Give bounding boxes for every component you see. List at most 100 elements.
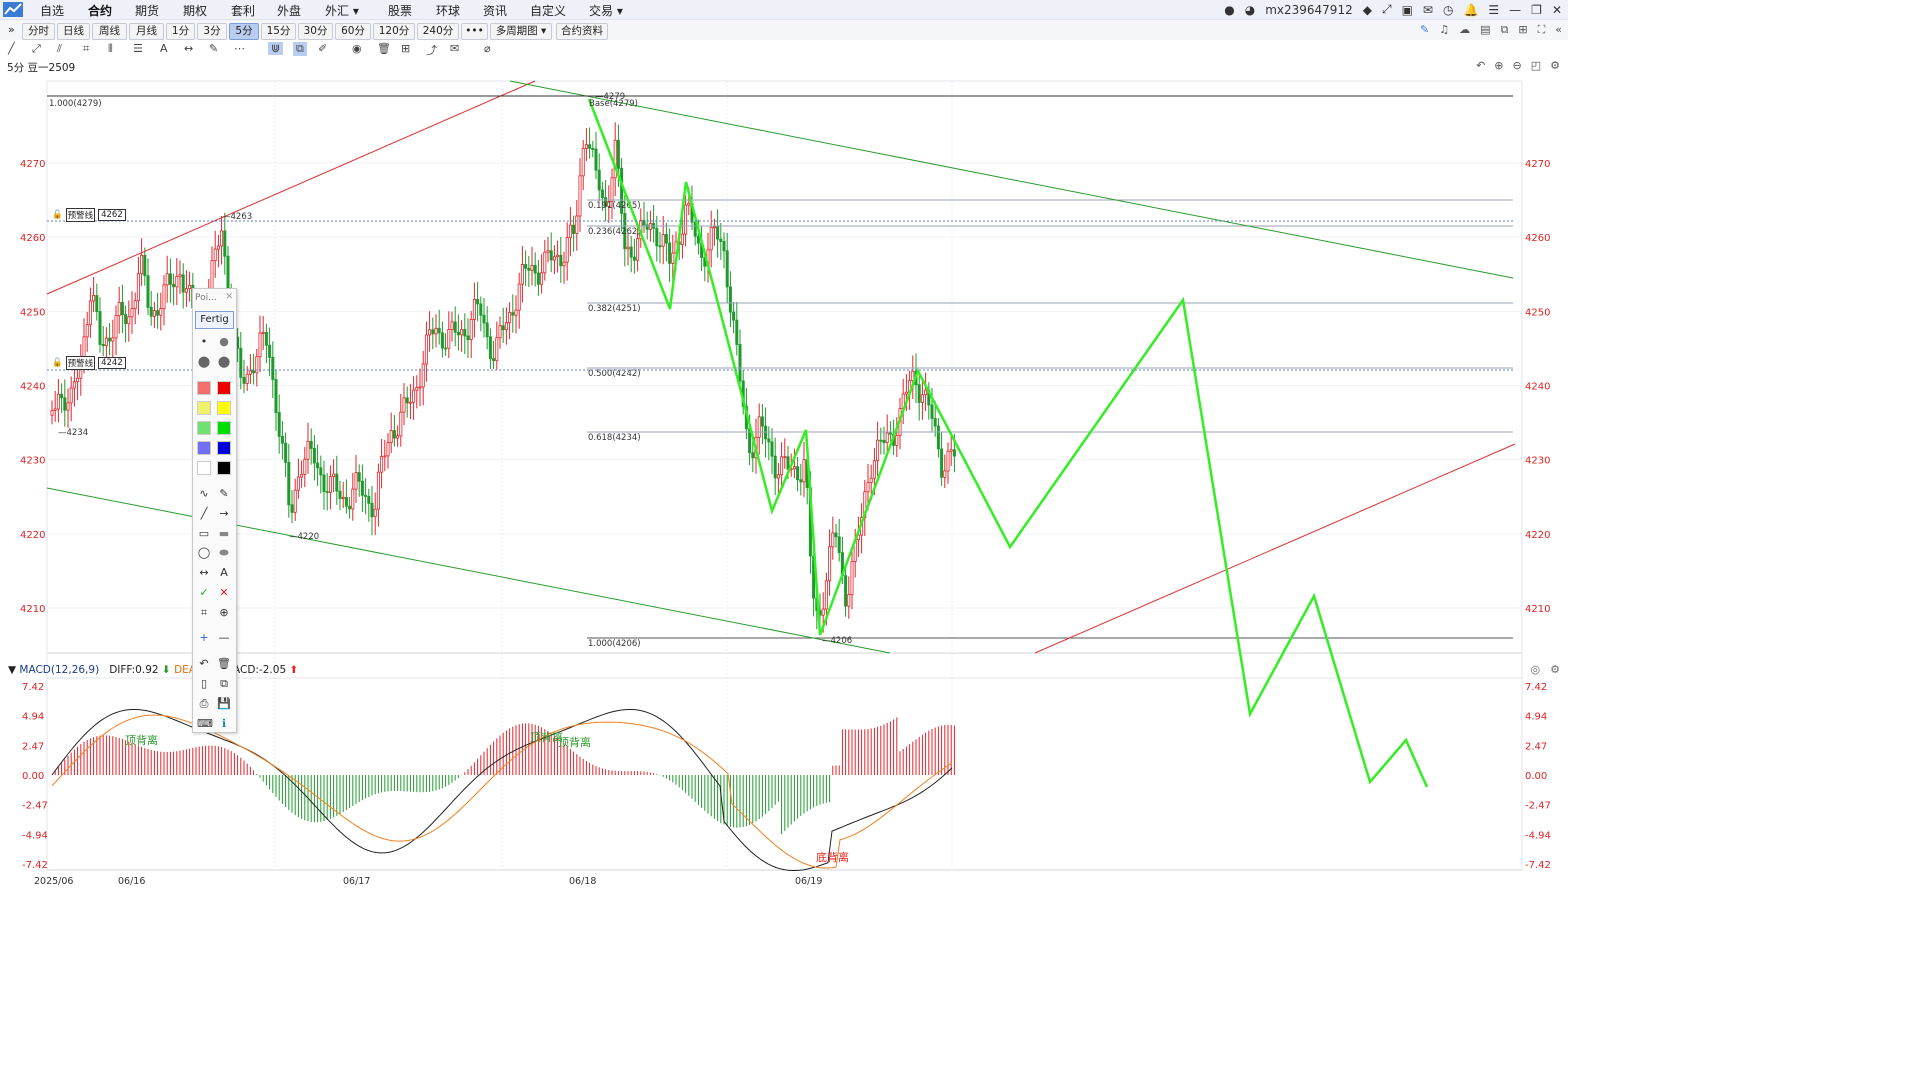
- collapse-icon[interactable]: »: [8, 23, 15, 36]
- menu-item-11[interactable]: 交易 ▾: [589, 2, 623, 19]
- menu-item-1[interactable]: 合约: [88, 2, 113, 22]
- zoom-icon[interactable]: ⊕: [217, 606, 231, 620]
- text-tool-icon[interactable]: A: [160, 42, 168, 55]
- export-icon[interactable]: ⤴: [426, 42, 437, 58]
- calendar-icon[interactable]: ▤: [1480, 23, 1490, 37]
- copy-icon[interactable]: ⧉: [217, 677, 231, 691]
- collapse-triangle-icon[interactable]: ▼: [8, 664, 16, 676]
- mail-icon[interactable]: ✉: [1423, 3, 1433, 17]
- line-icon[interactable]: ╱: [197, 507, 211, 521]
- color-black[interactable]: [217, 461, 231, 475]
- color-green[interactable]: [217, 421, 231, 435]
- palette-close-icon[interactable]: ✕: [225, 292, 233, 302]
- period-button-14[interactable]: 合约资料: [556, 23, 608, 40]
- zoom-out-icon[interactable]: ⊖: [1513, 59, 1522, 72]
- dot-small-icon[interactable]: •: [197, 335, 211, 349]
- minimize-icon[interactable]: —: [1509, 3, 1521, 17]
- color-red-light[interactable]: [197, 381, 211, 395]
- check-icon[interactable]: ✓: [197, 586, 211, 600]
- fullscreen-icon[interactable]: ⛶: [1538, 23, 1546, 37]
- clone-icon[interactable]: ⧉: [293, 42, 307, 56]
- period-button-1[interactable]: 日线: [57, 23, 90, 40]
- menu-item-7[interactable]: 股票: [388, 2, 412, 19]
- period-button-11[interactable]: 240分: [417, 23, 459, 40]
- color-red[interactable]: [217, 381, 231, 395]
- period-button-7[interactable]: 15分: [261, 23, 296, 40]
- ray-tool-icon[interactable]: ⤢: [32, 42, 41, 56]
- double-chevron-left-icon[interactable]: «: [1555, 23, 1562, 37]
- group-icon[interactable]: ⊞: [401, 42, 410, 55]
- print-icon[interactable]: ⎙: [197, 697, 211, 711]
- rectangle-icon[interactable]: ▭: [197, 527, 211, 541]
- minus-icon[interactable]: —: [217, 631, 231, 645]
- alert-tag-4262[interactable]: 🔓 预警线 4262: [52, 208, 126, 222]
- trash-icon[interactable]: 🗑: [377, 42, 391, 55]
- menu-item-5[interactable]: 外盘: [277, 2, 301, 19]
- period-button-4[interactable]: 1分: [166, 23, 195, 40]
- alarm-icon[interactable]: ♫: [1439, 23, 1449, 37]
- freehand-icon[interactable]: ∿: [197, 487, 211, 501]
- period-button-3[interactable]: 月线: [129, 23, 164, 40]
- undo-icon[interactable]: ↶: [197, 657, 211, 671]
- alert-tag-4242[interactable]: 🔓 预警线 4242: [52, 356, 126, 370]
- list-icon[interactable]: ☰: [1488, 3, 1499, 17]
- info-icon[interactable]: ℹ: [217, 717, 231, 731]
- eraser-icon[interactable]: ✐: [318, 42, 327, 55]
- period-button-5[interactable]: 3分: [197, 23, 227, 40]
- color-blue[interactable]: [217, 441, 231, 455]
- magnet-icon[interactable]: ⋓: [268, 42, 284, 55]
- save-icon[interactable]: 💾: [217, 697, 231, 711]
- clock-icon[interactable]: ◷: [1443, 3, 1453, 17]
- restore-icon[interactable]: ❐: [1531, 3, 1542, 17]
- period-button-6[interactable]: 5分: [229, 23, 259, 40]
- period-button-13[interactable]: 多周期图 ▾: [490, 23, 552, 40]
- filled-ellipse-icon[interactable]: ⬬: [217, 546, 231, 560]
- dot-large-icon[interactable]: ⬤: [197, 355, 211, 369]
- period-button-12[interactable]: •••: [461, 23, 488, 40]
- brush-tool-icon[interactable]: ✎: [209, 42, 218, 55]
- more-tool-icon[interactable]: ⋯: [234, 42, 245, 55]
- delete-icon[interactable]: 🗑: [217, 657, 231, 671]
- copy-icon[interactable]: ⧉: [1500, 23, 1508, 37]
- comment-icon[interactable]: ✉: [450, 42, 459, 55]
- menu-item-4[interactable]: 套利: [231, 2, 255, 19]
- pen-icon[interactable]: ✎: [1420, 23, 1429, 37]
- zoom-in-icon[interactable]: ⊕: [1494, 59, 1503, 72]
- line-tool-icon[interactable]: ╱: [8, 42, 15, 55]
- settings-icon[interactable]: ⚙: [1550, 59, 1560, 72]
- layers-icon[interactable]: ◆: [1363, 3, 1372, 17]
- menu-item-2[interactable]: 期货: [135, 2, 159, 19]
- color-blue-light[interactable]: [197, 441, 211, 455]
- period-button-8[interactable]: 30分: [298, 23, 333, 40]
- color-green-light[interactable]: [197, 421, 211, 435]
- new-page-icon[interactable]: ▯: [197, 677, 211, 691]
- undo-icon[interactable]: ↶: [1476, 59, 1485, 72]
- avatar[interactable]: ◕: [1245, 3, 1255, 17]
- cloud-icon[interactable]: ☁: [1459, 23, 1470, 37]
- briefcase-icon[interactable]: ▣: [1402, 3, 1413, 17]
- keyboard-icon[interactable]: ⌨: [197, 717, 213, 731]
- window-icon[interactable]: ◰: [1531, 59, 1541, 72]
- settings-icon[interactable]: ⚙: [1550, 663, 1560, 676]
- grid-icon[interactable]: ⊞: [1518, 23, 1527, 37]
- measure-icon[interactable]: ↔: [197, 566, 211, 580]
- menu-item-10[interactable]: 自定义: [530, 2, 566, 19]
- bars-tool-icon[interactable]: ☰: [133, 42, 143, 55]
- menu-item-6[interactable]: 外汇 ▾: [325, 2, 359, 19]
- ellipse-icon[interactable]: ◯: [197, 546, 211, 560]
- period-button-10[interactable]: 120分: [373, 23, 415, 40]
- menu-item-0[interactable]: 自选: [40, 2, 64, 19]
- crop-icon[interactable]: ⌗: [197, 606, 211, 620]
- done-button[interactable]: Fertig: [195, 311, 234, 329]
- crop-tool-icon[interactable]: ⌗: [83, 42, 89, 56]
- color-white[interactable]: [197, 461, 211, 475]
- color-yellow-light[interactable]: [197, 401, 211, 415]
- measure-tool-icon[interactable]: ↔: [184, 42, 193, 55]
- bell-icon[interactable]: 🔔: [1463, 3, 1478, 17]
- period-button-9[interactable]: 60分: [335, 23, 371, 40]
- ruler-icon[interactable]: ⌀: [484, 42, 491, 55]
- color-yellow[interactable]: [217, 401, 231, 415]
- fib-tool-icon[interactable]: ⦀: [108, 42, 113, 56]
- username[interactable]: mx239647912: [1265, 3, 1353, 17]
- filled-rect-icon[interactable]: ▬: [217, 527, 231, 541]
